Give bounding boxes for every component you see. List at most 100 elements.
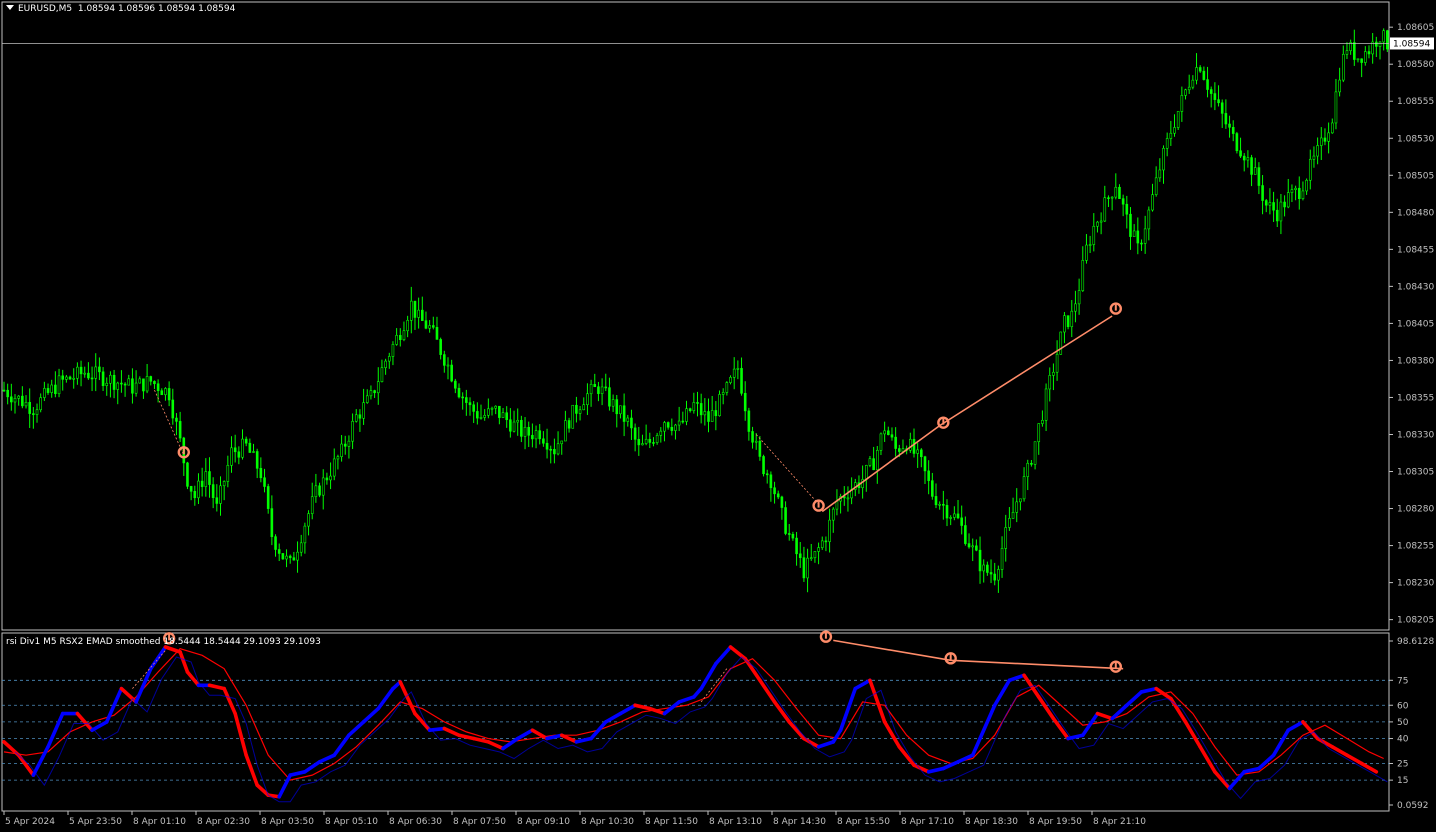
- candle-body: [1151, 194, 1154, 211]
- candle-body: [1206, 79, 1209, 90]
- candle-body: [1019, 498, 1022, 503]
- candle-body: [17, 395, 20, 399]
- candle-body: [79, 366, 83, 375]
- candle-body: [916, 449, 919, 454]
- candle-body: [443, 354, 446, 366]
- candle-body: [608, 387, 611, 407]
- candle-body: [13, 398, 17, 403]
- candle-body: [457, 387, 461, 398]
- candle-body: [1110, 196, 1114, 199]
- candle-body: [912, 438, 916, 454]
- candle-body: [1290, 189, 1294, 193]
- candle-body: [1360, 58, 1363, 63]
- symbol-label: EURUSD,M5: [18, 4, 73, 14]
- candle-body: [1066, 315, 1070, 328]
- candle-body: [468, 402, 472, 406]
- candle-body: [685, 408, 688, 422]
- candle-body: [1308, 158, 1312, 181]
- candle-body: [942, 503, 945, 506]
- candle-body: [347, 440, 351, 447]
- candle-body: [1055, 354, 1059, 373]
- candle-body: [208, 471, 211, 485]
- candle-body: [1305, 179, 1308, 192]
- candle-body: [743, 392, 747, 412]
- candle-body: [776, 493, 780, 498]
- candle-body: [1334, 91, 1338, 124]
- candle-body: [490, 407, 494, 410]
- candle-body: [248, 442, 252, 453]
- candle-body: [982, 564, 986, 572]
- candle-body: [663, 422, 666, 432]
- candle-body: [923, 456, 927, 472]
- time-tick-label: 8 Apr 18:30: [965, 817, 1018, 827]
- candle-body: [270, 508, 274, 537]
- candle-body: [10, 396, 13, 403]
- candle-body: [677, 420, 681, 426]
- candle-body: [1000, 548, 1004, 570]
- indicator-tick-label: 40: [1397, 735, 1409, 745]
- candle-body: [586, 393, 589, 406]
- candle-body: [542, 438, 545, 444]
- candle-body: [1125, 203, 1129, 215]
- candle-body: [409, 300, 413, 321]
- candle-body: [332, 458, 336, 477]
- candle-body: [200, 480, 204, 487]
- candle-body: [1059, 331, 1063, 355]
- candle-body: [204, 471, 208, 487]
- candle-body: [1176, 111, 1180, 128]
- chart-header[interactable]: EURUSD,M5 1.08594 1.08596 1.08594 1.0859…: [6, 4, 235, 15]
- candle-body: [94, 366, 98, 379]
- candle-body: [450, 364, 453, 382]
- candle-body: [1378, 41, 1382, 47]
- candle-body: [820, 540, 824, 548]
- candle-body: [266, 486, 270, 509]
- candle-body: [798, 553, 802, 558]
- candle-body: [571, 404, 575, 429]
- candle-body: [971, 545, 974, 548]
- candle-body: [534, 430, 538, 440]
- candle-body: [219, 485, 222, 504]
- candle-body: [707, 411, 710, 422]
- current-price-label: 1.08594: [1393, 39, 1430, 49]
- indicator-tick-label: 75: [1397, 676, 1408, 686]
- indicator-tick-label: 0.0592: [1397, 801, 1429, 811]
- candle-body: [864, 465, 868, 480]
- candle-body: [428, 325, 431, 329]
- candle-body: [1162, 147, 1165, 171]
- candle-body: [76, 366, 79, 379]
- candle-body: [538, 430, 542, 440]
- candle-body: [1220, 102, 1224, 114]
- candle-body: [435, 326, 439, 340]
- candle-body: [1180, 95, 1184, 112]
- candle-body: [1184, 89, 1187, 96]
- candle-body: [28, 402, 31, 414]
- candle-body: [292, 557, 296, 561]
- candle-body: [831, 508, 835, 521]
- candle-body: [1253, 167, 1257, 175]
- candle-body: [57, 375, 61, 395]
- candle-body: [2, 389, 6, 392]
- candle-body: [949, 517, 952, 519]
- candle-body: [380, 367, 384, 382]
- candle-body: [813, 551, 817, 559]
- candle-body: [233, 447, 237, 453]
- candle-body: [24, 402, 28, 407]
- candle-body: [1386, 30, 1389, 50]
- candle-body: [1353, 42, 1356, 60]
- candle-body: [241, 438, 244, 458]
- candle-body: [703, 411, 707, 416]
- candle-body: [197, 480, 200, 499]
- candle-body: [109, 374, 112, 384]
- price-tick-label: 1.08505: [1397, 171, 1434, 181]
- candle-body: [307, 513, 310, 527]
- candle-body: [989, 572, 993, 575]
- chart-menu-icon[interactable]: [6, 5, 14, 10]
- candle-body: [718, 394, 721, 417]
- chart-canvas[interactable]: 1.08605 1.08580 1.08555 1.08530 1.08505 1.084…: [0, 0, 1436, 832]
- candle-body: [509, 419, 512, 432]
- candle-body: [666, 422, 670, 428]
- candle-body: [920, 449, 923, 458]
- candle-body: [931, 480, 934, 497]
- candle-body: [1246, 157, 1250, 161]
- candle-body: [325, 477, 329, 481]
